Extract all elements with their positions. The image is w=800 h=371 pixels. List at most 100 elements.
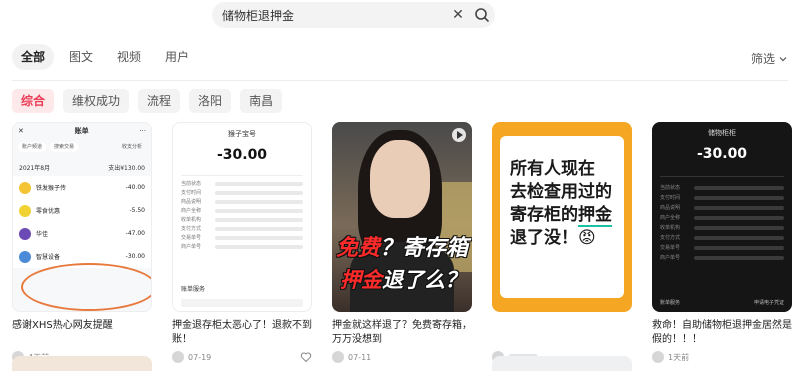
caption-highlight: 免费: [336, 236, 381, 261]
card-meta: 07-11: [332, 350, 472, 364]
content-type-tabs: 全部 图文 视频 用户: [12, 44, 198, 72]
receipt-key: 支付时间: [181, 190, 202, 196]
monkey-icon: [19, 181, 31, 194]
card-thumbnail[interactable]: 所有人现在 去检查用过的 寄存柜的押金 退了没！😡: [492, 122, 632, 312]
device-icon: [19, 250, 31, 263]
bill-month: 2021年8月 支出¥130.00: [13, 155, 151, 176]
receipt-amount: -30.00: [696, 146, 748, 162]
heart-icon[interactable]: [300, 351, 312, 363]
bill-pill: 账户频道: [18, 142, 47, 152]
receipt-footer-right: 申请电子凭证: [753, 300, 784, 306]
receipt-footer-left: 账单服务: [660, 300, 681, 306]
card-title[interactable]: 感谢XHS热心网友提醒: [12, 319, 152, 347]
poster-text: 退了没！: [510, 228, 578, 248]
tab-video[interactable]: 视频: [108, 44, 150, 70]
receipt-key: 商品说明: [660, 205, 681, 211]
tab-users[interactable]: 用户: [156, 44, 198, 70]
search-input[interactable]: [222, 2, 442, 28]
bill-item-amount: -47.00: [125, 230, 145, 237]
poster-text: 寄存柜的: [510, 205, 578, 225]
bill-item-amount: -40.00: [125, 184, 145, 191]
receipt-key: 收单机构: [660, 225, 681, 231]
bill-item-amount: -5.50: [129, 207, 145, 214]
receipt-amount: -30.00: [216, 147, 268, 163]
card-thumbnail-partial[interactable]: [12, 356, 152, 371]
bill-header: ✕ 账单 ···: [13, 123, 151, 139]
chip-nanchang[interactable]: 南昌: [240, 89, 283, 113]
note-card[interactable]: 储物柜柜 -30.00 当前状态 支付时间 商品说明 商户全称 收单机构 支付方…: [652, 122, 792, 364]
divider: [660, 176, 784, 177]
note-card[interactable]: 免费？寄存箱 押金退了么？ 押金就这样退了？免费寄存箱，万万没想到 07-11: [332, 122, 472, 364]
more-icon: ···: [139, 127, 146, 135]
receipt-key: 当前状态: [181, 181, 202, 187]
avatar[interactable]: [332, 351, 344, 363]
receipt-title: 储物柜柜: [708, 129, 736, 137]
receipt-key: 支付方式: [660, 235, 681, 241]
bill-pill: 搜索交易: [50, 142, 79, 152]
filter-chips: 综合 维权成功 流程 洛阳 南昌: [12, 89, 283, 113]
close-icon: ✕: [18, 127, 24, 135]
tab-notes[interactable]: 图文: [60, 44, 102, 70]
bill-item-amount: -30.00: [125, 253, 145, 260]
receipt-key: 交易单号: [181, 235, 202, 241]
receipt-rows: 当前状态 支付时间 商品说明 商户全称 收单机构 支付方式 交易单号 商户单号: [173, 180, 311, 252]
note-card[interactable]: 猴子宝号 -30.00 当前状态 支付时间 商品说明 商户全称 收单机构 支付方…: [172, 122, 312, 364]
receipt-key: 交易单号: [660, 245, 681, 251]
card-title[interactable]: 押金就这样退了？免费寄存箱，万万没想到: [332, 319, 472, 347]
avatar[interactable]: [652, 351, 664, 363]
poster-line: 退了没！😡: [510, 227, 614, 250]
card-thumbnail[interactable]: 储物柜柜 -30.00 当前状态 支付时间 商品说明 商户全称 收单机构 支付方…: [652, 122, 792, 312]
receipt-rows: 当前状态 支付时间 商品说明 商户全称 收单机构 支付方式 交易单号 商户单号: [652, 183, 792, 263]
chip-rights-success[interactable]: 维权成功: [63, 89, 130, 113]
caption-text: 退了么？: [382, 268, 466, 292]
receipt-key: 支付方式: [181, 226, 202, 232]
receipt-key: 商户全称: [660, 215, 681, 221]
video-caption-line1: 免费？寄存箱: [336, 230, 468, 262]
chip-luoyang[interactable]: 洛阳: [189, 89, 232, 113]
filter-button[interactable]: 筛选: [751, 50, 788, 67]
bill-filters: 账户频道 搜索交易 收支分析: [13, 139, 151, 155]
snack-icon: [19, 204, 31, 217]
note-card[interactable]: ✕ 账单 ··· 账户频道 搜索交易 收支分析 2021年8月 支出¥130.0…: [12, 122, 152, 364]
card-date: 07-19: [188, 352, 212, 362]
card-title[interactable]: 押金退存柜太恶心了！退款不到账！: [172, 319, 312, 347]
card-thumbnail[interactable]: 猴子宝号 -30.00 当前状态 支付时间 商品说明 商户全称 收单机构 支付方…: [172, 122, 312, 312]
card-title[interactable]: [492, 319, 632, 347]
divider: [181, 175, 303, 176]
poster-panel: 所有人现在 去检查用过的 寄存柜的押金 退了没！😡: [500, 136, 624, 298]
angry-emoji-icon: 😡: [578, 228, 596, 248]
bill-pill: 收支分析: [121, 144, 142, 150]
play-icon[interactable]: [452, 128, 466, 142]
poster-line: 所有人现在: [510, 159, 595, 179]
card-date: 07-11: [348, 352, 372, 362]
poster-highlight: 押金: [578, 205, 612, 227]
receipt-footer-bar: [181, 299, 303, 307]
receipt-key: 支付时间: [660, 195, 681, 201]
highlight-circle: [21, 263, 151, 311]
card-meta: 07-19: [172, 350, 312, 364]
receipt-key: 商品说明: [181, 199, 202, 205]
merchant-icon: [19, 227, 31, 240]
list-item: 铁发猴子传 -40.00: [13, 176, 151, 199]
receipt-key: 当前状态: [660, 185, 681, 191]
chip-process[interactable]: 流程: [138, 89, 181, 113]
chip-comprehensive[interactable]: 综合: [12, 89, 55, 113]
card-thumbnail[interactable]: ✕ 账单 ··· 账户频道 搜索交易 收支分析 2021年8月 支出¥130.0…: [12, 122, 152, 312]
tab-all[interactable]: 全部: [12, 44, 55, 70]
card-thumbnail-partial[interactable]: [492, 356, 632, 371]
note-card[interactable]: 所有人现在 去检查用过的 寄存柜的押金 退了没！😡: [492, 122, 632, 364]
avatar[interactable]: [172, 351, 184, 363]
bill-item-name: 铁发猴子传: [36, 185, 67, 192]
card-title[interactable]: 救命！自助储物柜退押金居然是假的！！！: [652, 319, 792, 347]
list-item: 零食优惠 -5.50: [13, 199, 151, 222]
receipt-key: 商户全称: [181, 208, 202, 214]
filter-label: 筛选: [751, 52, 776, 66]
card-meta: 1天前: [652, 350, 792, 364]
close-icon[interactable]: ✕: [450, 7, 466, 23]
search-icon[interactable]: [474, 7, 490, 23]
card-thumbnail[interactable]: 免费？寄存箱 押金退了么？: [332, 122, 472, 312]
receipt-footer: 账单服务 申请电子凭证: [660, 299, 784, 306]
receipt-key: 商户单号: [660, 255, 681, 261]
caption-highlight: 押金: [340, 268, 382, 292]
receipt-key: 收单机构: [181, 217, 202, 223]
